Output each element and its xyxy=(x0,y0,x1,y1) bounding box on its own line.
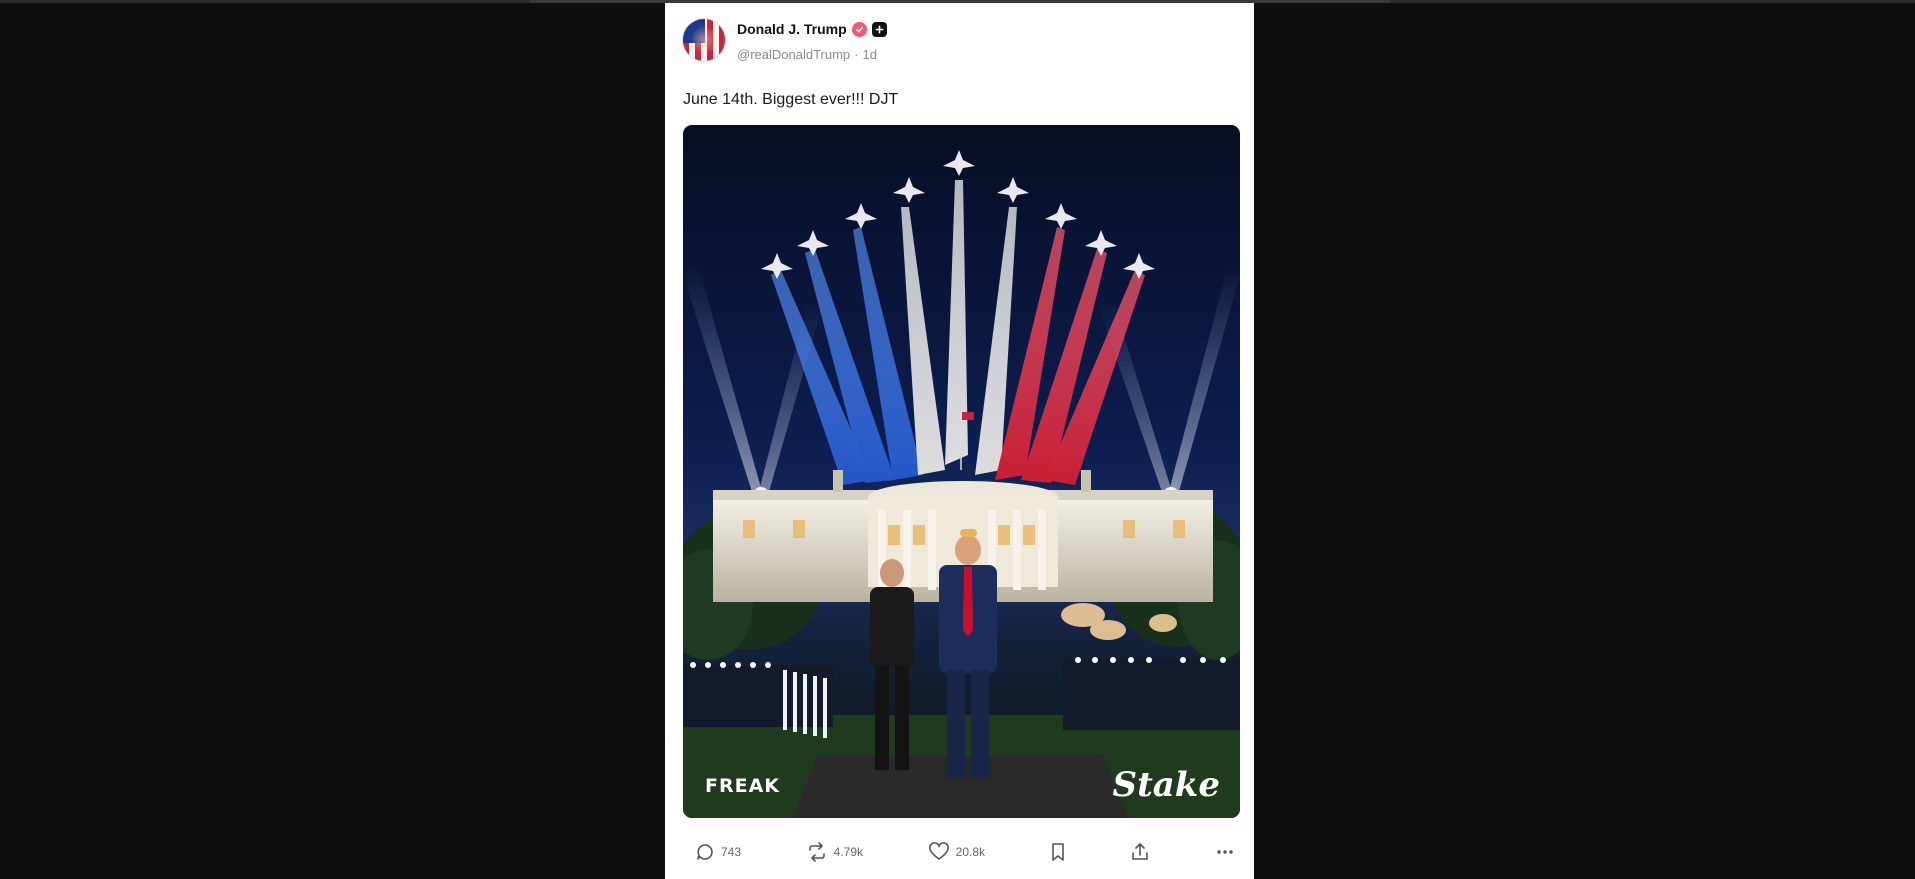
post-actions: 743 4.79k 20.8k xyxy=(695,838,1235,866)
verified-badge-icon xyxy=(851,21,867,37)
handle-separator: · xyxy=(854,47,859,62)
watermark-right: Stake xyxy=(1112,765,1220,805)
more-button[interactable] xyxy=(1215,842,1235,862)
honor-guard-left xyxy=(683,662,833,738)
post-age[interactable]: 1d xyxy=(863,47,877,62)
post-text: June 14th. Biggest ever!!! DJT xyxy=(683,91,899,108)
watermark-left: FREAK xyxy=(705,775,781,797)
reply-button[interactable]: 743 xyxy=(695,842,741,862)
share-icon xyxy=(1132,843,1149,860)
plus-badge-icon xyxy=(871,21,887,37)
author-handle[interactable]: @realDonaldTrump xyxy=(737,47,850,62)
more-icon xyxy=(1217,850,1233,854)
post-image-illustration xyxy=(683,150,1240,818)
author-row: Donald J. Trump xyxy=(737,21,887,37)
repost-count: 4.79k xyxy=(833,845,864,859)
bookmark-button[interactable] xyxy=(1050,842,1066,862)
repost-button[interactable]: 4.79k xyxy=(806,842,863,862)
handle-row: @realDonaldTrump · 1d xyxy=(737,47,877,62)
author-name[interactable]: Donald J. Trump xyxy=(737,21,847,37)
post-image[interactable]: FREAK Stake xyxy=(683,125,1240,818)
reply-icon xyxy=(697,844,713,860)
avatar[interactable] xyxy=(683,19,725,61)
smoke-trails xyxy=(771,180,1145,485)
like-count: 20.8k xyxy=(955,845,986,859)
bookmark-icon xyxy=(1051,843,1064,861)
avatar-face xyxy=(692,26,716,56)
share-button[interactable] xyxy=(1130,842,1150,862)
reply-count: 743 xyxy=(721,845,742,859)
like-button[interactable]: 20.8k xyxy=(928,842,985,862)
heart-icon xyxy=(928,842,949,860)
post-card: Donald J. Trump @realDonaldTrump · 1d June… xyxy=(665,3,1254,879)
repost-icon xyxy=(808,842,825,862)
